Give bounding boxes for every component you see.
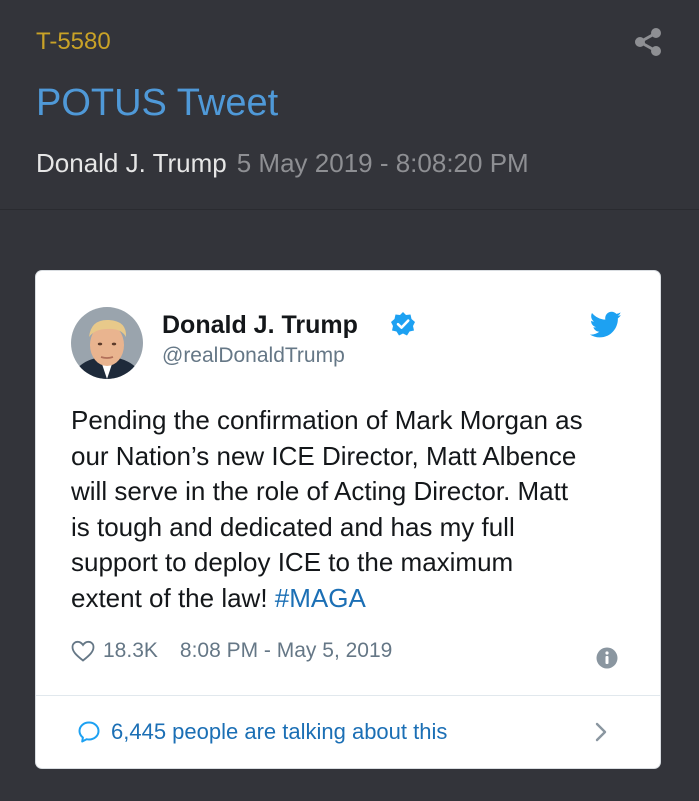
avatar-image [71,307,143,379]
conversation-link[interactable]: 6,445 people are talking about this [36,696,660,768]
heart-icon[interactable] [71,640,95,662]
like-count: 18.3K [103,639,158,662]
post-timestamp: 5 May 2019 - 8:08:20 PM [236,148,529,178]
tweet-stats: 18.3K 8:08 PM - May 5, 2019 [71,639,392,663]
tweet-author-name[interactable]: Donald J. Trump [162,311,358,340]
tweet-text: Pending the confirmation of Mark Morgan … [71,403,641,616]
post-header: T-5580 POTUS Tweet Donald J. Trump 5 May … [0,0,699,210]
hashtag-link[interactable]: #MAGA [275,583,366,613]
post-meta: Donald J. Trump 5 May 2019 - 8:08:20 PM [36,148,529,179]
reference-id: T-5580 [36,28,111,55]
share-icon[interactable] [632,26,664,58]
conversation-text: 6,445 people are talking about this [111,719,448,744]
tweet-card: Donald J. Trump @realDonaldTrump Pending… [36,271,660,768]
avatar[interactable] [71,307,143,379]
tweet-author-handle[interactable]: @realDonaldTrump [162,344,345,368]
tweet-date-link[interactable]: 8:08 PM - May 5, 2019 [180,639,392,663]
speech-bubble-icon [78,721,100,743]
author-name: Donald J. Trump [36,148,227,178]
chevron-right-icon [595,722,607,742]
info-icon[interactable] [596,647,618,669]
twitter-bird-icon[interactable] [590,311,622,339]
page-title: POTUS Tweet [36,82,279,124]
tweet-body: Pending the confirmation of Mark Morgan … [71,405,583,613]
verified-badge-icon [391,312,415,336]
